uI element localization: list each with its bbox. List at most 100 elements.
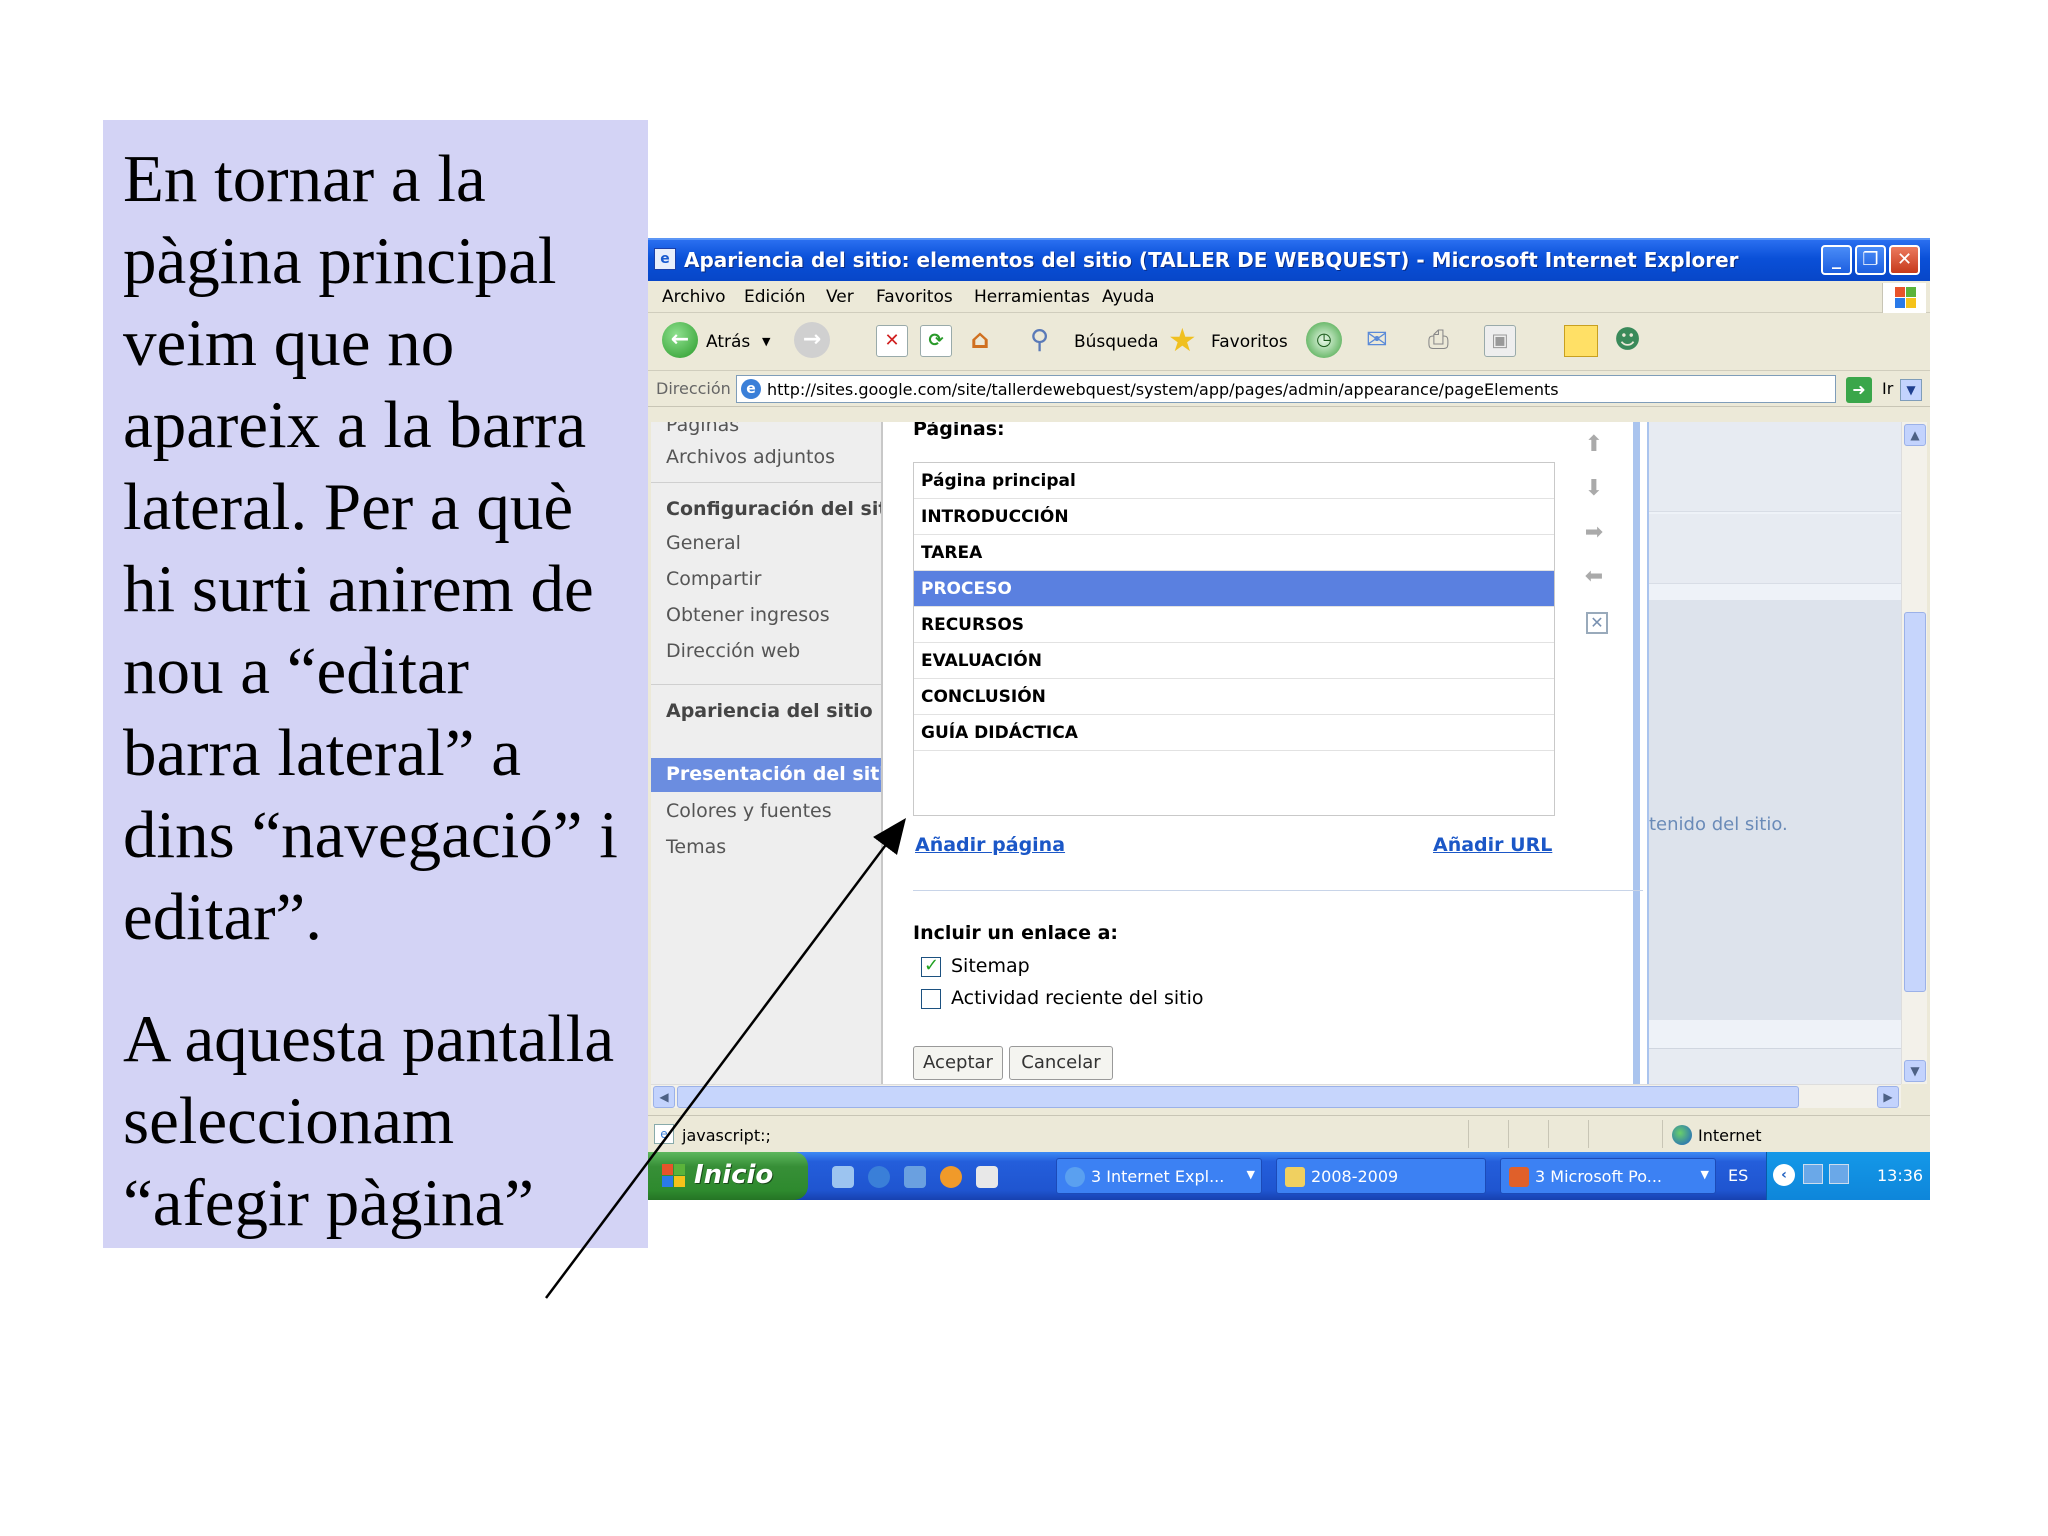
remove-page-icon[interactable]: ✕ xyxy=(1586,612,1608,634)
search-button-label[interactable]: Búsqueda xyxy=(1074,332,1159,352)
list-item[interactable]: EVALUACIÓN xyxy=(914,643,1554,679)
activity-checkbox[interactable] xyxy=(921,989,941,1009)
page-name: EVALUACIÓN xyxy=(921,651,1042,671)
history-icon[interactable]: ◷ xyxy=(1306,322,1342,358)
quicklaunch-network-icon[interactable] xyxy=(832,1166,854,1188)
notes-icon[interactable] xyxy=(1564,325,1598,357)
task-dropdown-icon: ▼ xyxy=(1700,1168,1709,1181)
refresh-icon[interactable]: ⟳ xyxy=(920,325,952,357)
address-url[interactable]: http://sites.google.com/site/tallerdeweb… xyxy=(767,380,1559,399)
status-divider xyxy=(1508,1120,1509,1148)
accept-button[interactable]: Aceptar xyxy=(913,1046,1003,1080)
menu-ayuda[interactable]: Ayuda xyxy=(1102,287,1155,307)
sidebar-item-presentacion[interactable]: Presentación del sitio xyxy=(651,758,881,792)
list-item[interactable]: RECURSOS xyxy=(914,607,1554,643)
sidebar-item-compartir[interactable]: Compartir xyxy=(666,568,761,590)
page-list[interactable]: Página principal INTRODUCCIÓN TAREA PROC… xyxy=(913,462,1555,816)
search-icon[interactable]: ⚲ xyxy=(1030,325,1049,355)
move-down-icon[interactable]: ⬇ xyxy=(1583,478,1605,500)
taskbar: Inicio 3 Internet Expl... ▼ 2008-2009 3 … xyxy=(648,1152,1930,1200)
sidebar-item-colores[interactable]: Colores y fuentes xyxy=(666,800,832,822)
stop-icon[interactable]: ✕ xyxy=(876,325,908,357)
home-icon[interactable]: ⌂ xyxy=(964,325,996,357)
go-button-label[interactable]: Ir xyxy=(1882,379,1893,398)
menu-herramientas[interactable]: Herramientas xyxy=(974,287,1090,307)
list-item[interactable]: CONCLUSIÓN xyxy=(914,679,1554,715)
page-name: INTRODUCCIÓN xyxy=(921,507,1069,527)
sidebar-item-paginas[interactable]: Páginas xyxy=(666,422,739,436)
chevron-left-icon[interactable]: ‹ xyxy=(1773,1164,1795,1186)
background-page-area: tenido del sitio. xyxy=(1647,422,1901,1084)
edit-icon[interactable]: ▣ xyxy=(1484,325,1516,357)
vertical-scrollbar[interactable]: ▲ ▼ xyxy=(1901,422,1927,1084)
minimize-button[interactable]: _ xyxy=(1821,245,1852,275)
address-dropdown-icon[interactable]: ▼ xyxy=(1900,379,1922,401)
quicklaunch-outlook-icon[interactable] xyxy=(904,1166,926,1188)
back-arrow-icon[interactable]: ← xyxy=(662,322,698,358)
window-title: Apariencia del sitio: elementos del siti… xyxy=(684,248,1739,272)
print-icon[interactable]: ⎙ xyxy=(1428,325,1449,356)
address-input[interactable]: e http://sites.google.com/site/tallerdew… xyxy=(736,375,1922,403)
sitemap-label[interactable]: Sitemap xyxy=(951,955,1030,977)
page-name: CONCLUSIÓN xyxy=(921,687,1046,707)
horizontal-scrollbar[interactable]: ◀ ▶ xyxy=(651,1084,1901,1108)
close-button[interactable]: ✕ xyxy=(1889,245,1920,275)
task-folder[interactable]: 2008-2009 xyxy=(1276,1158,1486,1194)
background-band xyxy=(1649,514,1901,584)
language-indicator[interactable]: ES xyxy=(1728,1166,1748,1185)
restore-button[interactable]: ❐ xyxy=(1855,245,1886,275)
sidebar-item-temas[interactable]: Temas xyxy=(666,836,726,858)
scroll-right-icon[interactable]: ▶ xyxy=(1877,1086,1899,1108)
ie-icon xyxy=(1065,1167,1085,1187)
task-powerpoint[interactable]: 3 Microsoft Po... ▼ xyxy=(1500,1158,1716,1194)
network-icon[interactable] xyxy=(1829,1164,1849,1184)
list-item-selected[interactable]: PROCESO xyxy=(914,571,1554,607)
clock[interactable]: 13:36 xyxy=(1877,1166,1923,1185)
task-label: 2008-2009 xyxy=(1311,1167,1399,1186)
indent-right-icon[interactable]: ➡ xyxy=(1583,522,1605,544)
sidebar-item-ingresos[interactable]: Obtener ingresos xyxy=(666,604,830,626)
quicklaunch-ie-icon[interactable] xyxy=(868,1166,890,1188)
start-button[interactable]: Inicio xyxy=(648,1152,808,1200)
cancel-button[interactable]: Cancelar xyxy=(1009,1046,1113,1080)
sitemap-checkbox[interactable] xyxy=(921,955,941,977)
sidebar-item-direccion[interactable]: Dirección web xyxy=(666,640,800,662)
favorites-star-icon[interactable]: ★ xyxy=(1168,321,1197,359)
go-arrow-icon[interactable]: ➜ xyxy=(1846,377,1872,403)
menu-archivo[interactable]: Archivo xyxy=(662,287,726,307)
messenger-icon[interactable]: ☻ xyxy=(1614,325,1641,355)
scroll-left-icon[interactable]: ◀ xyxy=(653,1086,675,1108)
back-button-label[interactable]: Atrás xyxy=(706,332,750,352)
add-url-link[interactable]: Añadir URL xyxy=(1433,834,1552,856)
title-bar[interactable]: e Apariencia del sitio: elementos del si… xyxy=(648,238,1930,281)
system-tray: ‹ 13:36 xyxy=(1766,1152,1930,1200)
task-internet-explorer[interactable]: 3 Internet Expl... ▼ xyxy=(1056,1158,1262,1194)
sidebar-item-general[interactable]: General xyxy=(666,532,741,554)
quicklaunch-media-icon[interactable] xyxy=(940,1166,962,1188)
menu-ver[interactable]: Ver xyxy=(826,287,854,307)
list-item[interactable]: GUÍA DIDÁCTICA xyxy=(914,715,1554,751)
move-up-icon[interactable]: ⬆ xyxy=(1583,434,1605,456)
background-page-text: tenido del sitio. xyxy=(1649,814,1788,835)
tray-app-icon[interactable] xyxy=(1803,1164,1823,1184)
quicklaunch-document-icon[interactable] xyxy=(976,1166,998,1188)
scroll-thumb[interactable] xyxy=(677,1086,1799,1108)
menu-favoritos[interactable]: Favoritos xyxy=(876,287,953,307)
scroll-thumb[interactable] xyxy=(1904,612,1926,992)
scroll-down-icon[interactable]: ▼ xyxy=(1904,1060,1926,1082)
menu-bar: Archivo Edición Ver Favoritos Herramient… xyxy=(648,281,1930,313)
add-page-link[interactable]: Añadir página xyxy=(915,834,1065,856)
list-item[interactable]: INTRODUCCIÓN xyxy=(914,499,1554,535)
sidebar-item-archivos[interactable]: Archivos adjuntos xyxy=(666,446,835,468)
address-bar: Dirección e http://sites.google.com/site… xyxy=(648,371,1930,407)
indent-left-icon[interactable]: ⬅ xyxy=(1583,566,1605,588)
back-dropdown-icon[interactable]: ▼ xyxy=(762,335,770,348)
favorites-button-label[interactable]: Favoritos xyxy=(1211,332,1288,352)
forward-arrow-icon[interactable]: → xyxy=(794,322,830,358)
activity-label[interactable]: Actividad reciente del sitio xyxy=(951,987,1203,1009)
mail-icon[interactable]: ✉ xyxy=(1366,325,1388,355)
menu-edicion[interactable]: Edición xyxy=(744,287,806,307)
scroll-up-icon[interactable]: ▲ xyxy=(1904,424,1926,446)
list-item[interactable]: Página principal xyxy=(914,463,1554,499)
list-item[interactable]: TAREA xyxy=(914,535,1554,571)
